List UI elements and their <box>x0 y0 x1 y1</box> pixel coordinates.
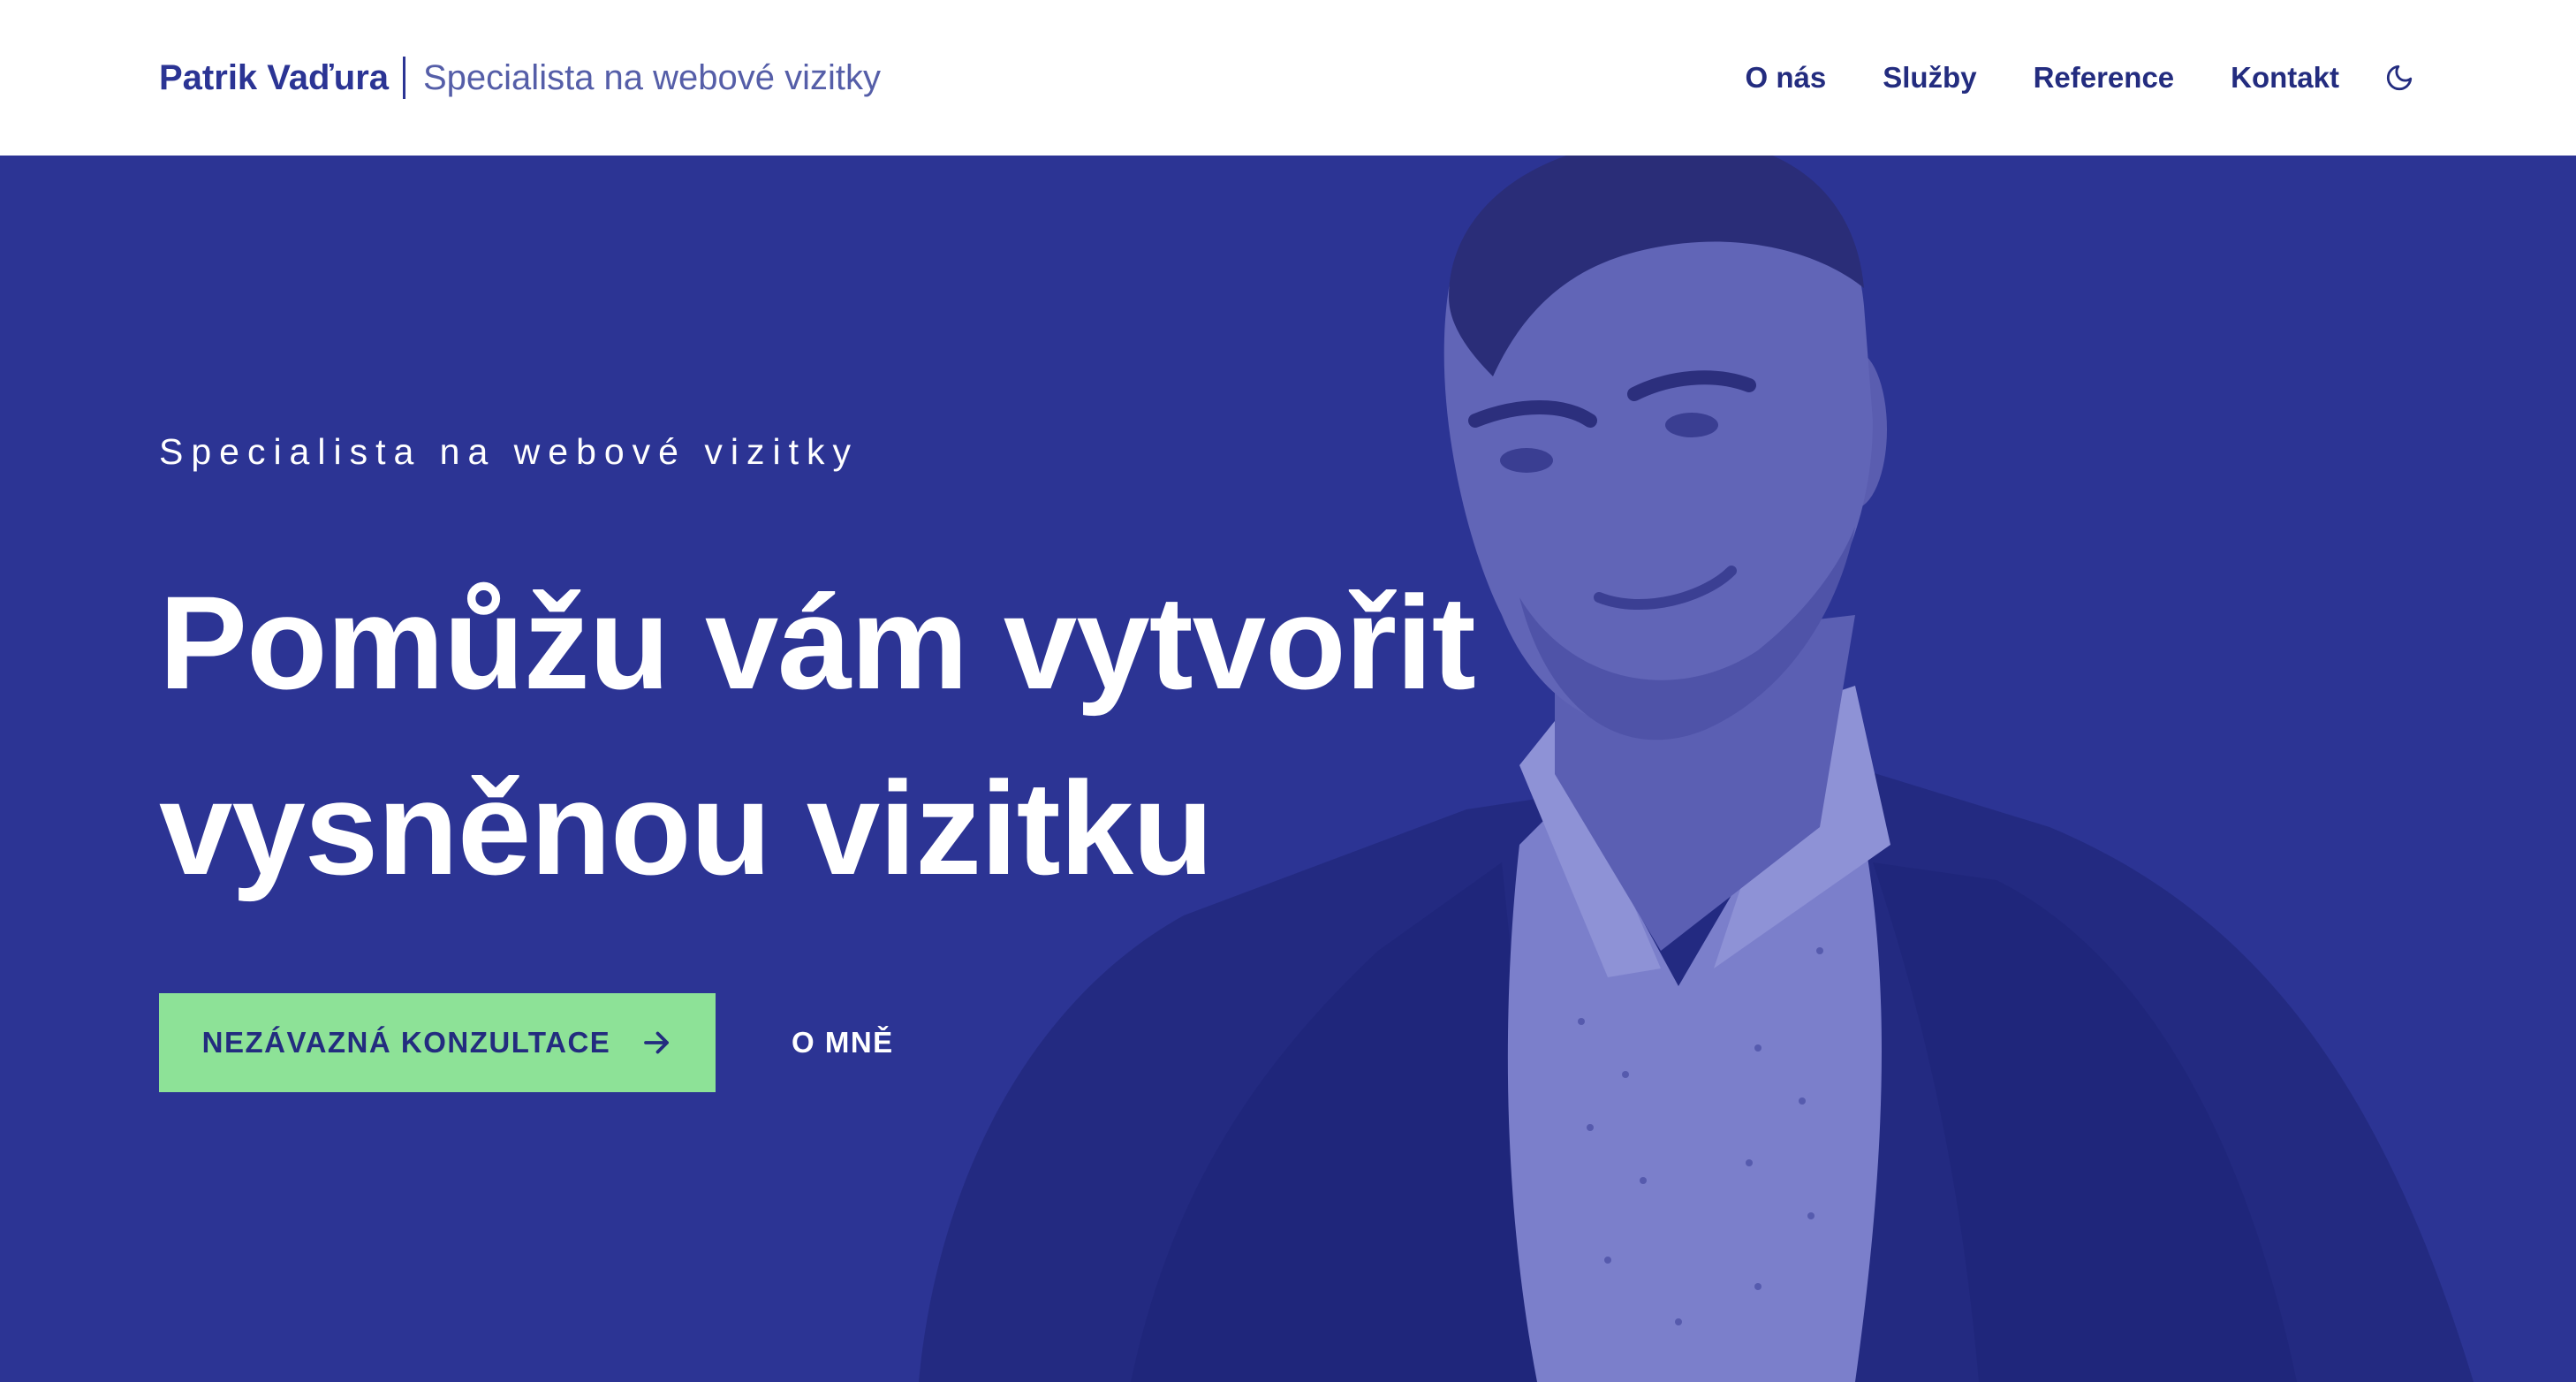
brand-name: Patrik Vaďura <box>159 57 389 97</box>
hero-eyebrow: Specialista na webové vizitky <box>159 431 859 472</box>
brand[interactable]: Patrik Vaďura Specialista na webové vizi… <box>159 57 881 99</box>
theme-toggle-button[interactable] <box>2382 60 2417 95</box>
moon-icon <box>2386 65 2413 91</box>
consultation-button-label: NEZÁVAZNÁ KONZULTACE <box>201 1026 611 1059</box>
hero-section: Specialista na webové vizitky Pomůžu vám… <box>0 156 2576 1382</box>
consultation-button[interactable]: NEZÁVAZNÁ KONZULTACE <box>159 993 716 1092</box>
hero-cta-row: NEZÁVAZNÁ KONZULTACE O MNĚ <box>159 993 899 1092</box>
brand-divider <box>403 57 405 99</box>
nav-link-reference[interactable]: Reference <box>2034 61 2175 95</box>
hero-headline: Pomůžu vám vytvořit vysněnou vizitku <box>159 568 1476 902</box>
main-nav: O nás Služby Reference Kontakt <box>1746 60 2418 95</box>
nav-link-kontakt[interactable]: Kontakt <box>2231 61 2339 95</box>
about-me-button[interactable]: O MNĚ <box>786 1025 899 1060</box>
brand-tagline: Specialista na webové vizitky <box>423 57 882 97</box>
arrow-right-icon <box>644 1031 670 1054</box>
nav-link-o-nas[interactable]: O nás <box>1746 61 1827 95</box>
site-header: Patrik Vaďura Specialista na webové vizi… <box>0 0 2576 156</box>
nav-link-sluzby[interactable]: Služby <box>1883 61 1976 95</box>
